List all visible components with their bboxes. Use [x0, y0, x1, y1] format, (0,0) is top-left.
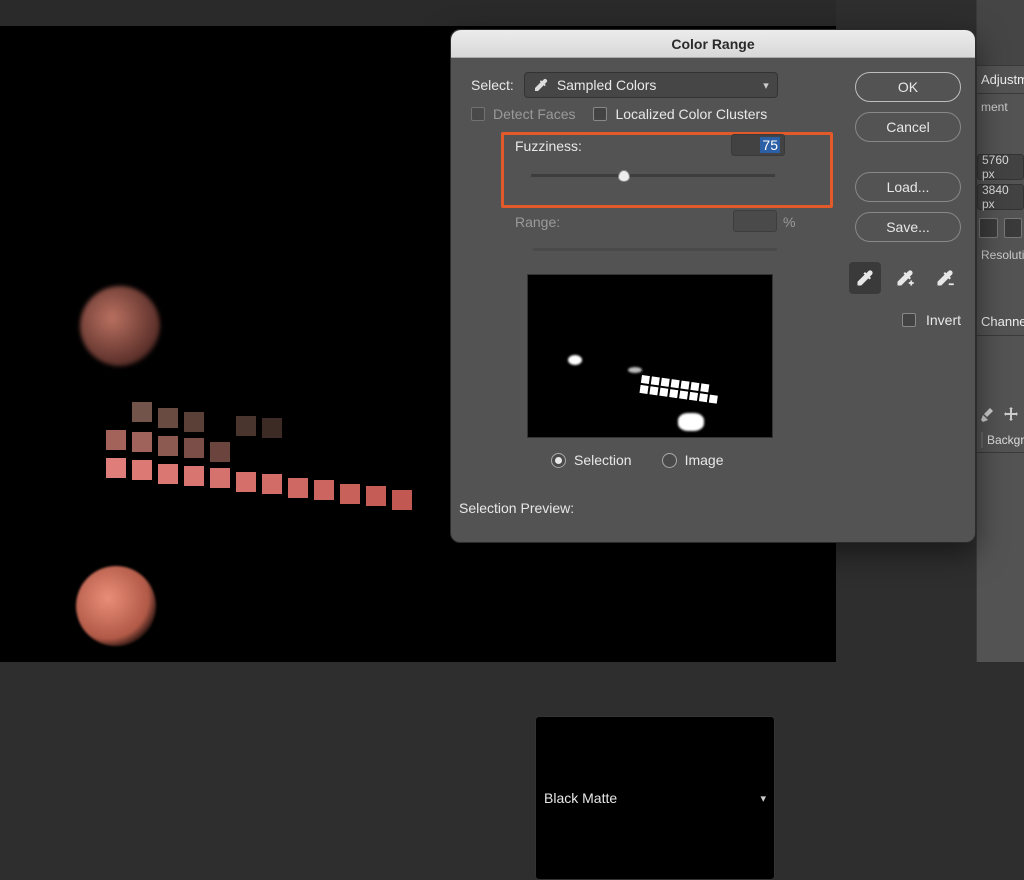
- fuzziness-slider[interactable]: [531, 168, 775, 186]
- range-track: [533, 248, 777, 251]
- invert-label: Invert: [926, 312, 961, 328]
- canvas-pink-blob-1: [80, 286, 160, 366]
- select-dropdown[interactable]: Sampled Colors ▾: [524, 72, 778, 98]
- preview-blob-1: [568, 355, 582, 365]
- radio-image[interactable]: [662, 453, 677, 468]
- localized-clusters-label: Localized Color Clusters: [615, 106, 767, 122]
- fuzziness-input[interactable]: 75: [731, 134, 785, 156]
- fit-width-icon[interactable]: [1004, 218, 1023, 238]
- slider-thumb[interactable]: [618, 170, 630, 182]
- panel-tab-adjustments[interactable]: Adjustments: [977, 66, 1024, 94]
- chevron-down-icon: ▾: [763, 79, 769, 92]
- ok-button[interactable]: OK: [855, 72, 961, 102]
- radio-image-label: Image: [685, 452, 724, 468]
- canvas-toolbar-strip: [0, 0, 836, 26]
- invert-checkbox[interactable]: [902, 313, 916, 327]
- radio-selection[interactable]: [551, 453, 566, 468]
- panel-text-ment: ment: [977, 94, 1024, 120]
- fuzziness-value: 75: [760, 137, 780, 153]
- move-icon[interactable]: [1003, 406, 1019, 422]
- eyedropper-subtract-tool[interactable]: [929, 262, 961, 294]
- selection-preview-value: Black Matte: [544, 790, 617, 806]
- right-panel: Adjustments ment 5760 px 3840 px Resolut…: [976, 0, 1024, 662]
- range-label: Range:: [515, 214, 560, 230]
- radio-selection-label: Selection: [574, 452, 632, 468]
- preview-blob-2: [678, 413, 704, 431]
- panel-brush-preview: [977, 0, 1024, 66]
- fit-screen-icon[interactable]: [979, 218, 998, 238]
- preview-blob-3: [628, 367, 642, 373]
- panel-tab-channels[interactable]: Channels: [977, 308, 1024, 336]
- eyedropper-tool[interactable]: [849, 262, 881, 294]
- layer-row-background[interactable]: Background: [977, 428, 1024, 453]
- select-label: Select:: [471, 77, 514, 93]
- selection-preview[interactable]: [527, 274, 773, 438]
- localized-clusters-checkbox[interactable]: [593, 107, 607, 121]
- layer-thumb: [981, 432, 983, 448]
- width-field[interactable]: 5760 px: [977, 154, 1024, 180]
- slider-track: [531, 174, 775, 177]
- range-input: [733, 210, 777, 232]
- height-field[interactable]: 3840 px: [977, 184, 1024, 210]
- panel-fit-icons: [977, 214, 1024, 242]
- range-percent: %: [783, 214, 795, 230]
- load-button[interactable]: Load...: [855, 172, 961, 202]
- range-slider: [533, 242, 777, 252]
- resolution-label: Resolution: [977, 242, 1024, 268]
- chevron-down-icon: ▾: [760, 792, 766, 805]
- eyedropper-add-tool[interactable]: [889, 262, 921, 294]
- move-tool-row: [977, 400, 1024, 428]
- save-button[interactable]: Save...: [855, 212, 961, 242]
- detect-faces-checkbox: [471, 107, 485, 121]
- brush-icon[interactable]: [979, 406, 995, 422]
- dialog-title: Color Range: [671, 36, 754, 52]
- fuzziness-label: Fuzziness:: [515, 138, 582, 154]
- selection-preview-label: Selection Preview:: [459, 500, 574, 516]
- dialog-titlebar[interactable]: Color Range: [451, 30, 975, 58]
- select-value: Sampled Colors: [557, 77, 657, 93]
- color-range-dialog: Color Range Select: Sampled Colors ▾ Det…: [450, 29, 976, 543]
- eyedropper-icon: [533, 77, 549, 93]
- detect-faces-label: Detect Faces: [493, 106, 575, 122]
- cancel-button[interactable]: Cancel: [855, 112, 961, 142]
- layer-label: Background: [987, 433, 1024, 447]
- canvas-pink-blob-2: [76, 566, 156, 646]
- selection-preview-dropdown[interactable]: Black Matte ▾: [535, 716, 775, 880]
